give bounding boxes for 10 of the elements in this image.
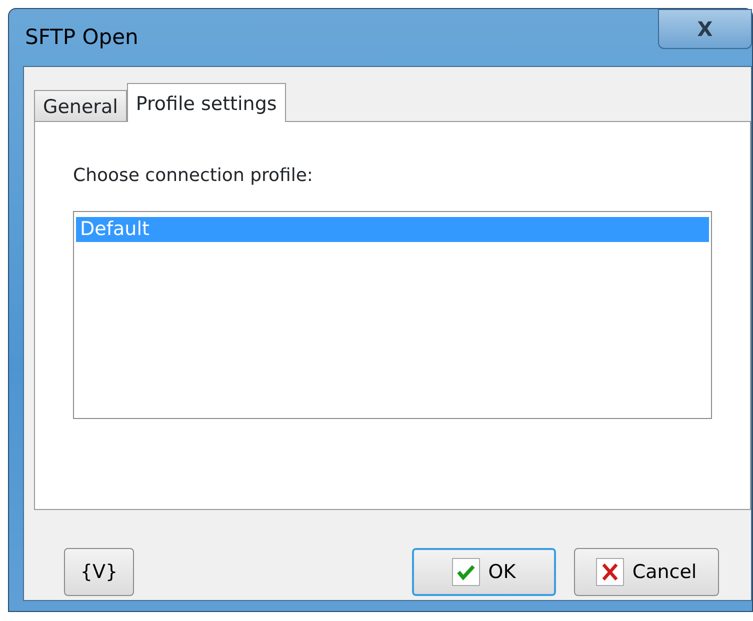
check-icon <box>452 558 480 586</box>
tab[interactable]: Profile settings <box>126 83 286 122</box>
close-icon <box>596 558 624 586</box>
tab[interactable]: General <box>34 90 127 121</box>
cancel-button[interactable]: Cancel <box>574 548 719 596</box>
ok-button[interactable]: OK <box>412 548 556 596</box>
window-title: SFTP Open <box>24 24 138 51</box>
close-button[interactable]: X <box>658 8 752 48</box>
prompt-label: Choose connection profile: <box>73 164 314 188</box>
variables-button[interactable]: {V} <box>64 548 134 596</box>
